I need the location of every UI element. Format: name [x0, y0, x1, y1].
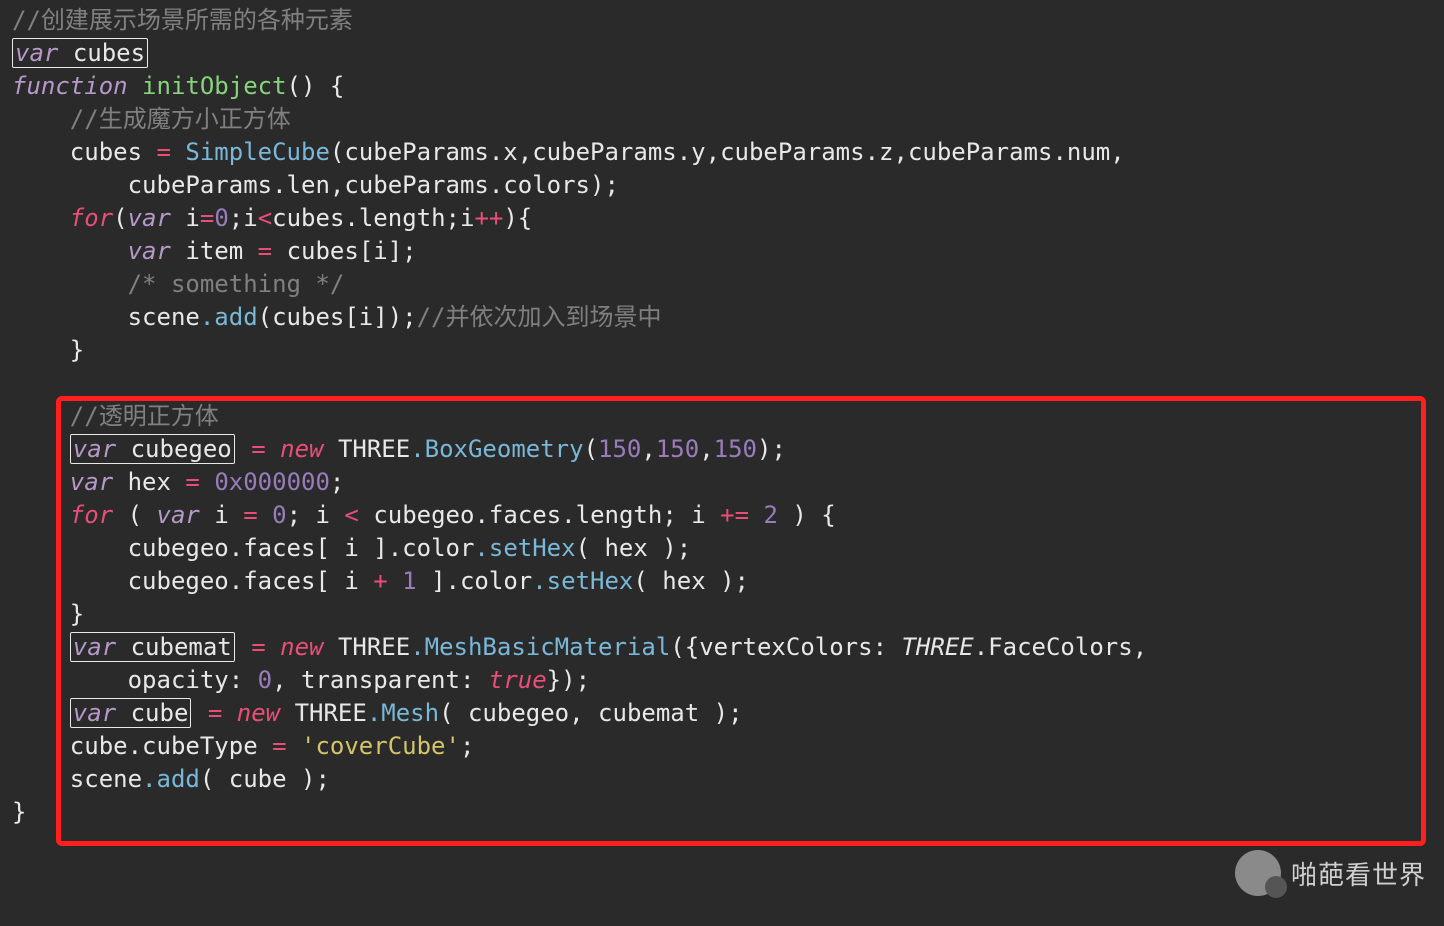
- comment-line: //透明正方体: [70, 402, 219, 430]
- watermark-text: 啪葩看世界: [1291, 855, 1426, 892]
- fn-name: initObject: [142, 72, 287, 100]
- watermark: 啪葩看世界: [1235, 850, 1426, 896]
- var-decl-box: var cubes: [12, 38, 148, 68]
- comment-line: //并依次加入到场景中: [417, 303, 662, 331]
- keyword-for: for: [70, 204, 113, 232]
- boolean-literal: true: [489, 666, 547, 694]
- comment-line: //生成魔方小正方体: [70, 105, 291, 133]
- fn-call: SimpleCube: [185, 138, 330, 166]
- var-decl-box: var cube: [70, 698, 192, 728]
- keyword-new: new: [280, 435, 323, 463]
- var-decl-box: var cubemat: [70, 632, 235, 662]
- var-decl-box: var cubegeo: [70, 434, 235, 464]
- identifier: THREE: [901, 633, 973, 661]
- keyword-function: function: [12, 72, 128, 100]
- comment-block: /* something */: [128, 270, 345, 298]
- hex-literal: 0x000000: [214, 468, 330, 496]
- comment-line: //创建展示场景所需的各种元素: [12, 6, 353, 34]
- wechat-icon: [1235, 850, 1281, 896]
- string-literal: 'coverCube': [301, 732, 460, 760]
- code-editor-content: //创建展示场景所需的各种元素 var cubes function initO…: [0, 0, 1444, 841]
